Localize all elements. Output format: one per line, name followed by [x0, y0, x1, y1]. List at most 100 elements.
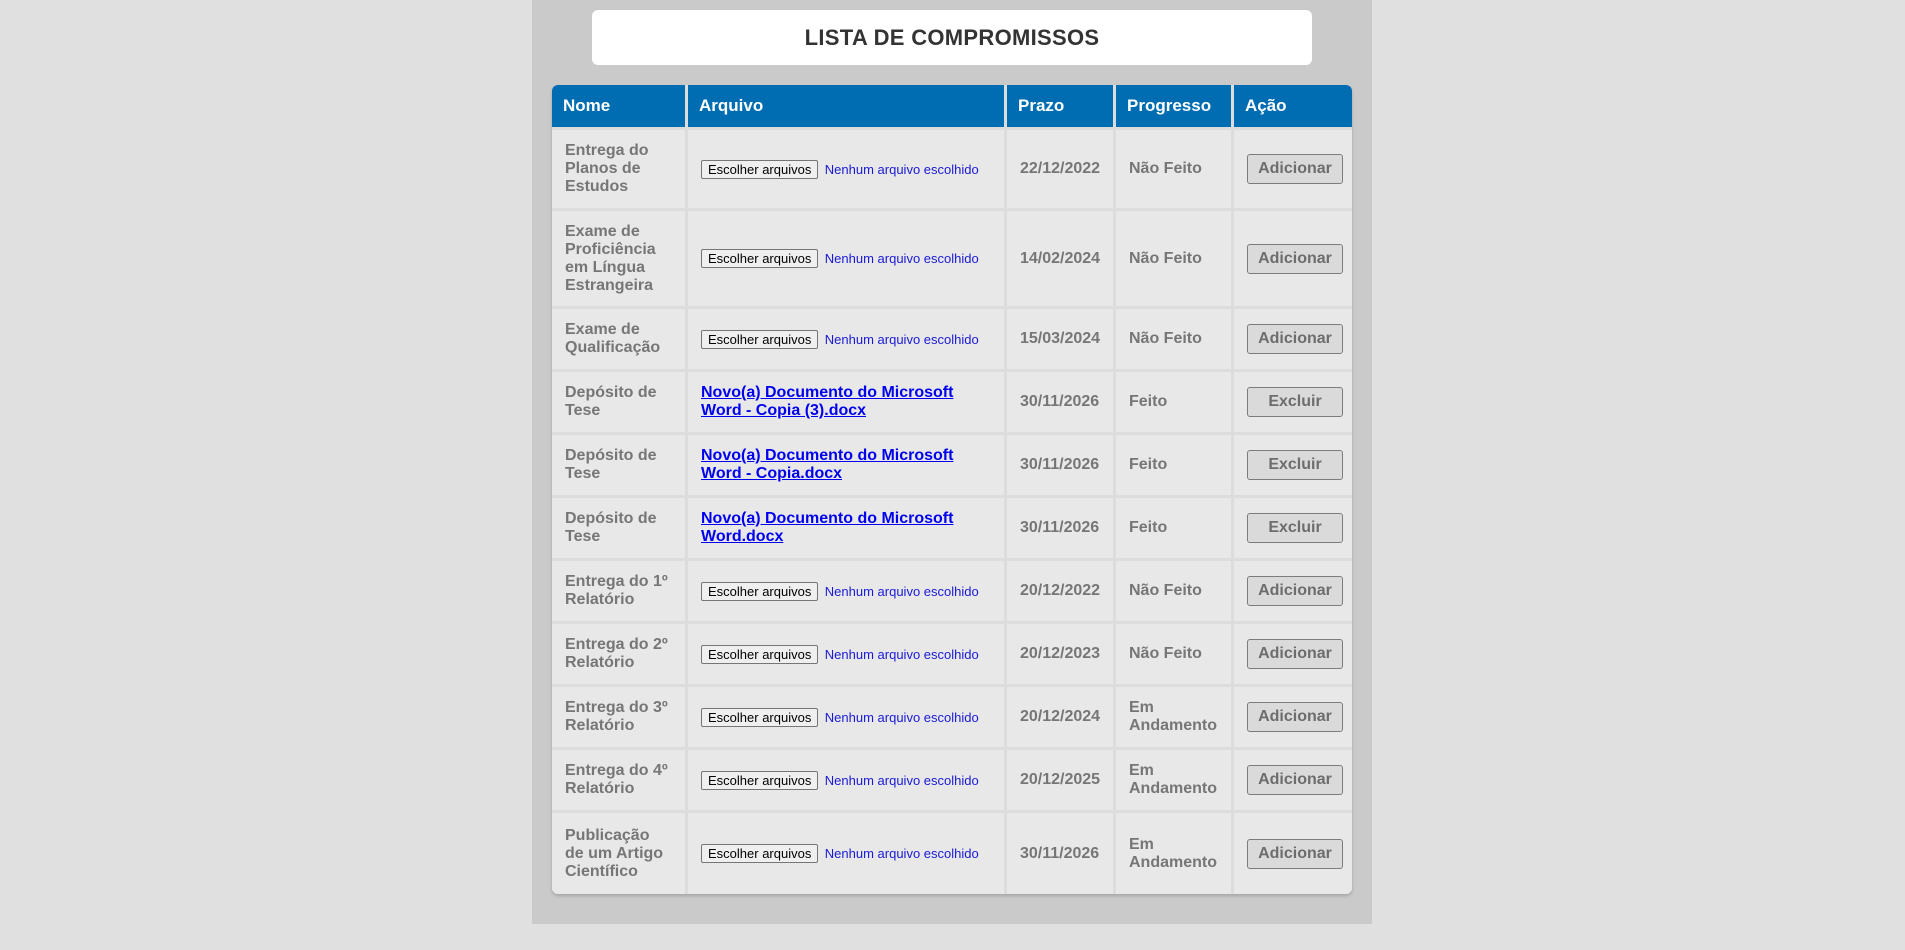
- delete-button[interactable]: Excluir: [1247, 387, 1343, 417]
- choose-files-button[interactable]: Escolher arquivos: [701, 249, 819, 268]
- page-container: LISTA DE COMPROMISSOS Nome Arquivo Prazo…: [532, 0, 1372, 924]
- cell-acao: Adicionar: [1234, 309, 1352, 372]
- cell-progresso: Em Andamento: [1116, 687, 1234, 750]
- cell-acao: Adicionar: [1234, 561, 1352, 624]
- table-row: Entrega do 2º Relatório Escolher arquivos…: [552, 624, 1352, 687]
- delete-button[interactable]: Excluir: [1247, 450, 1343, 480]
- add-button[interactable]: Adicionar: [1247, 324, 1343, 354]
- cell-prazo: 30/11/2026: [1007, 435, 1116, 498]
- appointments-table: Nome Arquivo Prazo Progresso Ação Entreg…: [552, 85, 1352, 894]
- cell-prazo: 20/12/2024: [1007, 687, 1116, 750]
- file-status-text: Nenhum arquivo escolhido: [824, 251, 979, 266]
- cell-progresso: Não Feito: [1116, 130, 1234, 211]
- cell-prazo: 30/11/2026: [1007, 498, 1116, 561]
- choose-files-button[interactable]: Escolher arquivos: [701, 844, 819, 863]
- cell-acao: Excluir: [1234, 498, 1352, 561]
- column-header-nome: Nome: [552, 85, 688, 130]
- cell-acao: Adicionar: [1234, 687, 1352, 750]
- cell-arquivo: Escolher arquivos Nenhum arquivo escolhi…: [688, 687, 1007, 750]
- file-status-text: Nenhum arquivo escolhido: [824, 846, 979, 861]
- cell-acao: Adicionar: [1234, 130, 1352, 211]
- choose-files-button[interactable]: Escolher arquivos: [701, 581, 819, 601]
- cell-arquivo: Escolher arquivos Nenhum arquivo escolhi…: [688, 130, 1007, 211]
- cell-progresso: Não Feito: [1116, 624, 1234, 687]
- appointments-table-wrapper: Nome Arquivo Prazo Progresso Ação Entreg…: [552, 85, 1352, 894]
- choose-files-button[interactable]: Escolher arquivos: [701, 159, 819, 179]
- cell-progresso: Em Andamento: [1116, 750, 1234, 813]
- cell-nome: Depósito de Tese: [552, 435, 688, 498]
- add-button[interactable]: Adicionar: [1247, 765, 1343, 795]
- cell-prazo: 20/12/2022: [1007, 561, 1116, 624]
- add-button[interactable]: Adicionar: [1247, 639, 1343, 669]
- cell-arquivo: Novo(a) Documento do Microsoft Word - Co…: [688, 435, 1007, 498]
- column-header-prazo: Prazo: [1007, 85, 1116, 130]
- cell-prazo: 20/12/2023: [1007, 624, 1116, 687]
- file-status-text: Nenhum arquivo escolhido: [824, 331, 979, 347]
- table-row: Depósito de Tese Novo(a) Documento do Mic…: [552, 498, 1352, 561]
- cell-arquivo: Escolher arquivos Nenhum arquivo escolhi…: [688, 561, 1007, 624]
- cell-nome: Entrega do 4º Relatório: [552, 750, 688, 813]
- file-status-text: Nenhum arquivo escolhido: [824, 709, 979, 725]
- table-row: Depósito de Tese Novo(a) Documento do Mic…: [552, 372, 1352, 435]
- cell-prazo: 15/03/2024: [1007, 309, 1116, 372]
- file-link[interactable]: Novo(a) Documento do Microsoft Word - Co…: [701, 447, 953, 482]
- file-status-text: Nenhum arquivo escolhido: [824, 161, 979, 177]
- cell-prazo: 22/12/2022: [1007, 130, 1116, 211]
- column-header-arquivo: Arquivo: [688, 85, 1007, 130]
- file-status-text: Nenhum arquivo escolhido: [824, 583, 979, 599]
- table-row: Depósito de Tese Novo(a) Documento do Mic…: [552, 435, 1352, 498]
- table-row: Entrega do Planos de Estudos Escolher arq…: [552, 130, 1352, 211]
- cell-nome: Entrega do 2º Relatório: [552, 624, 688, 687]
- cell-acao: Excluir: [1234, 372, 1352, 435]
- file-link[interactable]: Novo(a) Documento do Microsoft Word - Co…: [701, 384, 953, 419]
- file-link[interactable]: Novo(a) Documento do Microsoft Word.docx: [701, 510, 953, 545]
- add-button[interactable]: Adicionar: [1247, 243, 1343, 274]
- cell-acao: Adicionar: [1234, 750, 1352, 813]
- add-button[interactable]: Adicionar: [1247, 838, 1343, 869]
- cell-nome: Entrega do 1º Relatório: [552, 561, 688, 624]
- cell-progresso: Feito: [1116, 372, 1234, 435]
- cell-prazo: 30/11/2026: [1007, 813, 1116, 894]
- title-box: LISTA DE COMPROMISSOS: [592, 10, 1312, 65]
- cell-progresso: Feito: [1116, 435, 1234, 498]
- cell-progresso: Feito: [1116, 498, 1234, 561]
- add-button[interactable]: Adicionar: [1247, 154, 1343, 184]
- choose-files-button[interactable]: Escolher arquivos: [701, 329, 819, 349]
- add-button[interactable]: Adicionar: [1247, 576, 1343, 606]
- cell-acao: Adicionar: [1234, 211, 1352, 309]
- cell-prazo: 30/11/2026: [1007, 372, 1116, 435]
- cell-arquivo: Escolher arquivos Nenhum arquivo escolhi…: [688, 309, 1007, 372]
- table-header-row: Nome Arquivo Prazo Progresso Ação: [552, 85, 1352, 130]
- cell-progresso: Não Feito: [1116, 561, 1234, 624]
- cell-nome: Entrega do 3º Relatório: [552, 687, 688, 750]
- choose-files-button[interactable]: Escolher arquivos: [701, 770, 819, 790]
- cell-progresso: Não Feito: [1116, 211, 1234, 309]
- choose-files-button[interactable]: Escolher arquivos: [701, 644, 819, 664]
- cell-nome: Depósito de Tese: [552, 498, 688, 561]
- cell-nome: Depósito de Tese: [552, 372, 688, 435]
- cell-progresso: Em Andamento: [1116, 813, 1234, 894]
- cell-arquivo: Escolher arquivos Nenhum arquivo escolhi…: [688, 624, 1007, 687]
- cell-arquivo: Escolher arquivos Nenhum arquivo escolhi…: [688, 750, 1007, 813]
- file-status-text: Nenhum arquivo escolhido: [824, 772, 979, 788]
- cell-nome: Entrega do Planos de Estudos: [552, 130, 688, 211]
- cell-arquivo: Escolher arquivos Nenhum arquivo escolhi…: [688, 813, 1007, 894]
- cell-acao: Adicionar: [1234, 624, 1352, 687]
- table-row: Entrega do 4º Relatório Escolher arquivos…: [552, 750, 1352, 813]
- add-button[interactable]: Adicionar: [1247, 702, 1343, 732]
- page-title: LISTA DE COMPROMISSOS: [804, 24, 1100, 50]
- choose-files-button[interactable]: Escolher arquivos: [701, 707, 819, 727]
- cell-arquivo: Novo(a) Documento do Microsoft Word - Co…: [688, 372, 1007, 435]
- cell-prazo: 14/02/2024: [1007, 211, 1116, 309]
- column-header-progresso: Progresso: [1116, 85, 1234, 130]
- cell-nome: Exame de Proficiência em Língua Estrange…: [552, 211, 688, 309]
- table-row: Entrega do 3º Relatório Escolher arquivos…: [552, 687, 1352, 750]
- table-row: Exame de Proficiência em Língua Estrange…: [552, 211, 1352, 309]
- cell-acao: Adicionar: [1234, 813, 1352, 894]
- cell-acao: Excluir: [1234, 435, 1352, 498]
- delete-button[interactable]: Excluir: [1247, 513, 1343, 543]
- table-row: Exame de Qualificação Escolher arquivos N…: [552, 309, 1352, 372]
- cell-progresso: Não Feito: [1116, 309, 1234, 372]
- cell-nome: Publicação de um Artigo Científico: [552, 813, 688, 894]
- cell-arquivo: Escolher arquivos Nenhum arquivo escolhi…: [688, 211, 1007, 309]
